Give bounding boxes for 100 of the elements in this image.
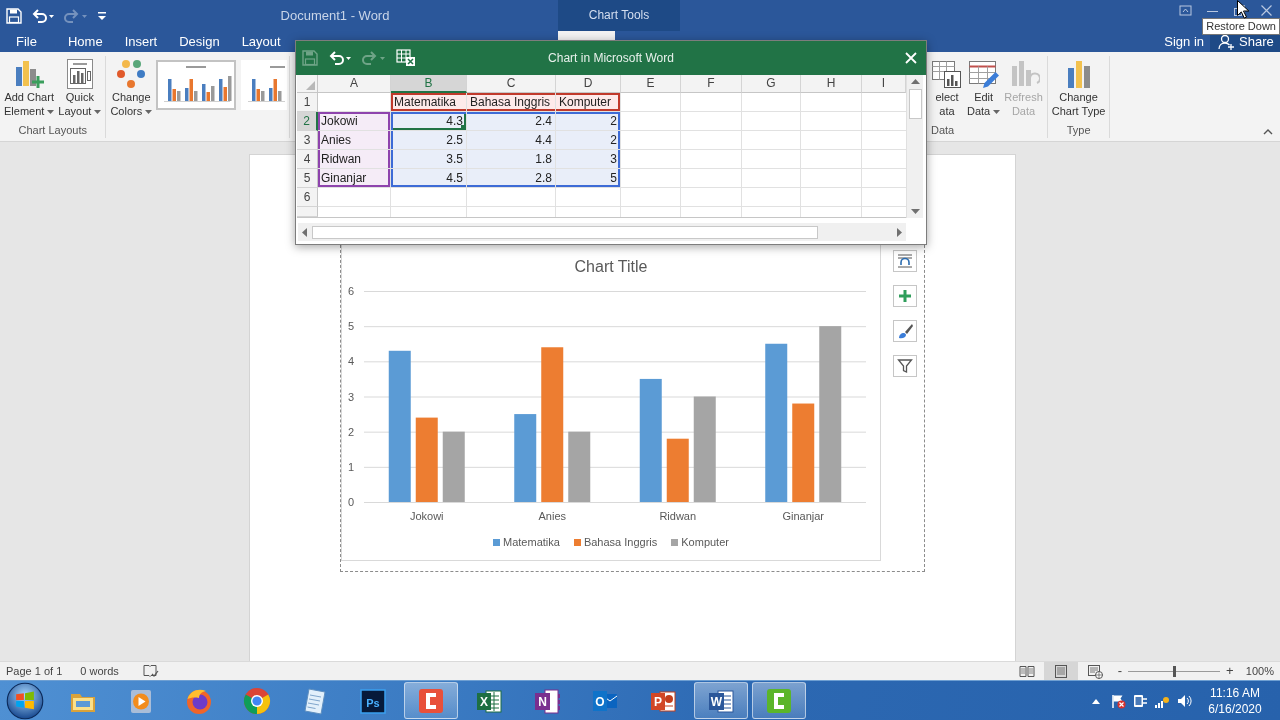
left-arrow-icon[interactable] [302, 227, 307, 237]
scrollbar-thumb[interactable] [312, 225, 818, 239]
clock-time[interactable]: 11:16 AM [1204, 684, 1266, 701]
row-header[interactable]: 2 [297, 112, 318, 131]
zoom-level[interactable]: 100% [1245, 665, 1274, 677]
slider-thumb[interactable] [1172, 665, 1176, 677]
column-header[interactable]: B [391, 75, 467, 93]
layout-options-button[interactable] [893, 250, 917, 272]
axis-label: 2 [347, 425, 355, 438]
taskbar-button[interactable]: Ps [346, 682, 400, 719]
sign-in-link[interactable]: Sign in [1164, 31, 1204, 52]
chart-style-thumbnail[interactable] [241, 60, 288, 110]
start-button[interactable] [5, 680, 45, 720]
globe-page-icon [1086, 663, 1103, 679]
chart-style-thumbnail[interactable] [156, 60, 237, 110]
undo-icon[interactable] [31, 7, 55, 24]
contextual-tab-header: Chart Tools [558, 0, 680, 31]
column-header[interactable]: I [862, 75, 906, 93]
chevron-up-icon[interactable] [1263, 128, 1273, 135]
row-header[interactable]: 5 [297, 169, 318, 188]
table-cell: 2 [556, 131, 621, 150]
plus-icon [897, 288, 913, 304]
ribbon-tab[interactable]: Layout [230, 31, 292, 52]
right-arrow-icon[interactable] [897, 227, 902, 237]
color-wheel-icon [242, 685, 272, 716]
power-icon[interactable] [1132, 692, 1148, 709]
up-arrow-icon[interactable] [910, 79, 920, 84]
row-header[interactable]: 4 [297, 150, 318, 169]
change-colors-button[interactable]: Change Colors [108, 56, 155, 118]
bar-chart-plus-icon [13, 58, 46, 90]
print-layout-button[interactable] [1043, 662, 1078, 680]
taskbar-button[interactable]: W [694, 682, 748, 719]
column-header[interactable]: D [556, 75, 621, 93]
row-header[interactable]: 1 [297, 93, 318, 112]
spreadsheet-icon[interactable] [396, 49, 416, 67]
axis-label: 4 [347, 355, 355, 368]
add-chart-element-button[interactable]: Add Chart Element [2, 56, 57, 118]
word-count[interactable]: 0 words [80, 665, 119, 677]
tooltip: Restore Down [1202, 18, 1280, 35]
group-label: Data [930, 123, 956, 138]
ribbon-tab[interactable]: Home [56, 31, 114, 52]
column-header[interactable]: A [318, 75, 391, 93]
bar [442, 431, 465, 502]
column-header[interactable]: C [467, 75, 556, 93]
down-arrow-icon[interactable] [910, 209, 920, 214]
column-header[interactable]: H [801, 75, 862, 93]
table-cell: 5 [556, 169, 621, 188]
table-cell: Bahasa Inggris [467, 93, 556, 112]
taskbar-button[interactable] [404, 682, 458, 719]
quick-layout-button[interactable]: Quick Layout [56, 56, 104, 118]
edit-data-button[interactable]: Edit Data [965, 56, 1003, 118]
bar [568, 431, 591, 502]
axis-label: Ridwan [659, 510, 697, 522]
change-chart-type-button[interactable]: Change Chart Type [1049, 56, 1108, 118]
open-book-icon [1018, 663, 1035, 679]
ribbon-tab[interactable]: File [0, 31, 57, 52]
table-cell: Matematika [391, 93, 467, 112]
close-icon[interactable] [1260, 4, 1273, 17]
legend-label: Komputer [681, 536, 729, 548]
legend-label: Bahasa Inggris [583, 536, 658, 548]
select-data-button[interactable]: elect ata [929, 56, 965, 118]
person-plus-icon [1218, 33, 1234, 50]
filter-icon [897, 358, 913, 374]
restore-icon[interactable] [1233, 4, 1246, 17]
taskbar-button[interactable]: X [462, 682, 516, 719]
axis-label: 0 [347, 496, 355, 508]
zoom-out-button[interactable]: - [1113, 663, 1126, 679]
bar [666, 438, 689, 502]
table-pencil-icon [967, 58, 1000, 90]
chart-styles-button[interactable] [893, 320, 917, 342]
table-cell: 2.4 [467, 112, 556, 131]
table-cell: 3 [556, 150, 621, 169]
table-chart-icon [931, 58, 963, 90]
column-header[interactable]: E [621, 75, 681, 93]
ribbon-tab[interactable]: Insert [113, 31, 169, 52]
row-header[interactable]: 3 [297, 131, 318, 150]
taskbar-button[interactable] [752, 682, 806, 719]
table-cell: Komputer [556, 93, 621, 112]
axis-label: 6 [347, 285, 355, 297]
column-header[interactable]: F [681, 75, 742, 93]
page-count[interactable]: Page 1 of 1 [6, 665, 63, 677]
ribbon-tab[interactable]: Design [168, 31, 231, 52]
clock-date[interactable]: 6/16/2020 [1204, 700, 1266, 717]
book-check-icon[interactable] [142, 664, 159, 678]
taskbar-button[interactable]: N [520, 682, 574, 719]
undo-icon[interactable] [328, 50, 352, 66]
chart-filters-button[interactable] [893, 355, 917, 377]
scrollbar-thumb[interactable] [908, 89, 922, 119]
legend-label: Matematika [503, 536, 560, 548]
table-cell: Ridwan [318, 150, 391, 169]
column-header[interactable]: G [742, 75, 801, 93]
taskbar-button[interactable]: P [636, 682, 690, 719]
row-header[interactable]: 6 [297, 188, 318, 207]
save-icon[interactable] [6, 7, 22, 24]
brush-icon [897, 323, 913, 339]
zoom-in-button[interactable]: + [1223, 663, 1236, 679]
table-cell: 2.5 [391, 131, 467, 150]
chart-elements-button[interactable] [893, 285, 917, 307]
taskbar-button[interactable]: O [578, 682, 632, 719]
flag-icon[interactable] [1110, 692, 1126, 709]
